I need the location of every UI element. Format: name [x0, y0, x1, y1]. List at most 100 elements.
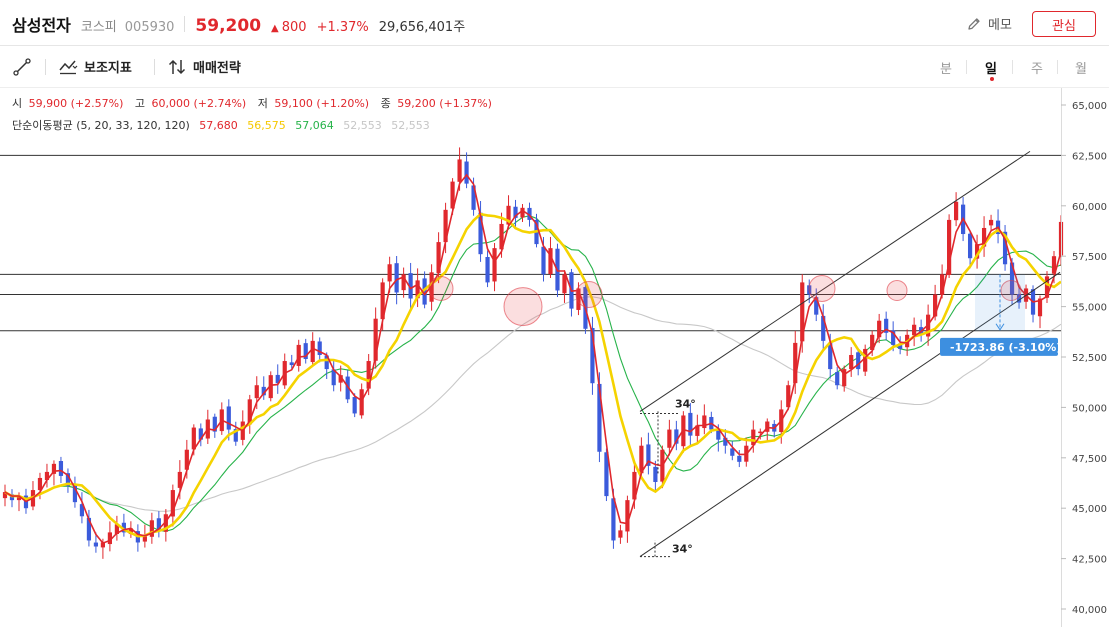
- candle-body: [310, 340, 315, 363]
- candle: [275, 364, 280, 394]
- candle-body: [142, 536, 147, 542]
- candle: [912, 317, 917, 347]
- candle-body: [625, 500, 630, 532]
- candle-body: [93, 542, 99, 547]
- y-tick-label: 55,000: [1072, 303, 1107, 314]
- candle: [492, 242, 497, 292]
- candle: [995, 209, 1001, 244]
- candle: [79, 492, 85, 524]
- candle: [835, 366, 840, 390]
- candle-body: [548, 248, 553, 275]
- candle-body: [912, 324, 917, 336]
- candle: [2, 484, 8, 507]
- ohlc-legend: 시 59,900 (+2.57%) 고 60,000 (+2.74%) 저 59…: [12, 95, 495, 111]
- candle-body: [485, 256, 490, 283]
- candle-body: [835, 372, 840, 386]
- indicator-label: 보조지표: [84, 61, 132, 76]
- period-tab-minute[interactable]: 분: [940, 58, 952, 77]
- memo-label: 메모: [988, 18, 1012, 33]
- candle-body: [254, 385, 259, 399]
- candle: [282, 353, 287, 389]
- period-tab-day[interactable]: 일: [985, 58, 997, 77]
- candle-body: [737, 455, 742, 462]
- period-tab-month[interactable]: 월: [1075, 58, 1087, 77]
- candle-body: [352, 397, 357, 414]
- ma20-value: 56,575: [247, 119, 286, 132]
- favorite-button[interactable]: 관심: [1032, 11, 1096, 37]
- candle-body: [387, 264, 392, 282]
- candle-body: [520, 207, 525, 218]
- low-label: 저: [257, 97, 268, 110]
- chart-toolbar: 보조지표 매매전략 분 일 주 월: [0, 46, 1109, 88]
- drawing-tool-button[interactable]: [12, 57, 38, 77]
- highlight-circle: [886, 279, 908, 301]
- strategy-label: 매매전략: [193, 61, 241, 76]
- candle: [212, 413, 217, 438]
- candle-body: [464, 161, 469, 184]
- ma5-value: 57,680: [199, 119, 238, 132]
- candle: [981, 216, 987, 257]
- open-label: 시: [12, 97, 23, 110]
- ma120-line: [4, 296, 1062, 512]
- channel-angle-label-lower: 34°: [672, 543, 693, 556]
- stock-name[interactable]: 삼성전자: [12, 12, 71, 36]
- y-tick-label: 62,500: [1072, 151, 1107, 162]
- high-value: 60,000 (+2.74%): [151, 97, 247, 110]
- price-change-percent: +1.37%: [316, 20, 369, 35]
- open-value: 59,900 (+2.57%): [28, 97, 124, 110]
- candle: [401, 267, 406, 298]
- memo-button[interactable]: 메모: [966, 14, 1012, 33]
- price-change: 800: [281, 20, 307, 35]
- ma-legend[interactable]: 단순이동평균 (5, 20, 33, 120, 120) 57,680 56,5…: [12, 117, 433, 133]
- candle-body: [394, 263, 399, 293]
- candle: [156, 511, 161, 538]
- candle: [863, 344, 868, 376]
- channel-angle-label-upper: 34°: [675, 397, 696, 410]
- active-period-indicator: [990, 77, 994, 81]
- y-tick-label: 42,500: [1072, 555, 1107, 566]
- period-tab-week[interactable]: 주: [1031, 58, 1043, 77]
- candle: [954, 192, 959, 227]
- close-value: 59,200 (+1.37%): [397, 97, 492, 110]
- period-divider: [1057, 60, 1058, 74]
- candle-body: [226, 406, 231, 430]
- stock-header: 삼성전자 코스피 005930 59,200 ▲ 800 +1.37% 29,6…: [0, 0, 1109, 46]
- candle: [303, 338, 308, 364]
- ma120-series: [4, 296, 1062, 512]
- candle: [205, 409, 210, 444]
- y-tick-label: 45,000: [1072, 504, 1107, 515]
- highlight-circle: [808, 274, 836, 302]
- candle-body: [967, 233, 973, 259]
- candle-body: [58, 461, 64, 476]
- candle: [695, 414, 700, 443]
- indicator-button[interactable]: 보조지표: [58, 57, 132, 76]
- candle-body: [849, 354, 854, 370]
- close-label: 종: [380, 97, 391, 110]
- ma20-line: [4, 212, 1062, 538]
- candle: [702, 404, 707, 435]
- ma-legend-title: 단순이동평균 (5, 20, 33, 120, 120): [12, 119, 190, 132]
- measure-tool[interactable]: -1723.86 (-3.10%): [940, 337, 1061, 356]
- high-label: 고: [134, 97, 145, 110]
- candlestick-chart[interactable]: 65,000 62,500 60,000 57,500 55,000 52,500 50,0…: [0, 88, 1109, 627]
- candle-body: [618, 530, 623, 538]
- candle: [9, 489, 15, 508]
- candle: [884, 311, 889, 341]
- y-tick-label: 40,000: [1072, 605, 1107, 616]
- price-axis: 65,000 62,500 60,000 57,500 55,000 52,500 50,0…: [1061, 88, 1107, 627]
- candle: [149, 512, 154, 544]
- ma5-series: [4, 173, 1062, 545]
- candle-body: [492, 248, 497, 282]
- candle: [849, 347, 854, 377]
- strategy-button[interactable]: 매매전략: [167, 57, 241, 76]
- ma20-series: [4, 212, 1062, 538]
- y-tick-label: 60,000: [1072, 202, 1107, 213]
- candle-body: [289, 362, 294, 366]
- candle: [247, 394, 252, 434]
- ma120b-value: 52,553: [391, 119, 430, 132]
- buy-sell-arrows-icon: [168, 59, 186, 74]
- candle: [520, 204, 525, 222]
- candle: [317, 337, 322, 363]
- current-price: 59,200: [195, 16, 262, 36]
- price-chart[interactable]: 65,000 62,500 60,000 57,500 55,000 52,500 50,0…: [0, 88, 1109, 627]
